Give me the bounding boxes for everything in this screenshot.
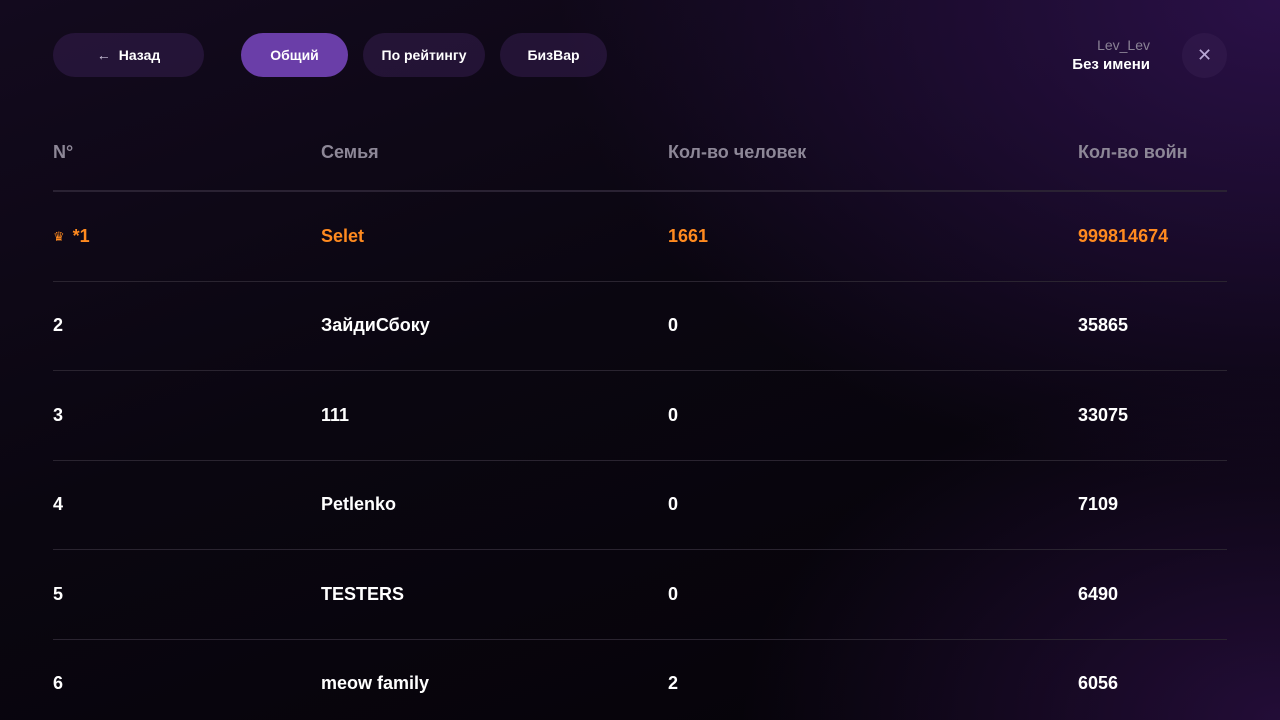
header-rank: N°: [53, 142, 74, 162]
rank-cell: 5: [53, 583, 64, 604]
family-cell: TESTERS: [321, 583, 405, 604]
table-row[interactable]: 6 meow family 2 6056: [53, 640, 1227, 720]
family-cell: ЗайдиСбоку: [321, 315, 430, 336]
tab-bar: Общий По рейтингу БизВар: [241, 33, 607, 77]
user-info: Lev_Lev Без имени: [1072, 37, 1150, 73]
members-cell: 0: [668, 404, 679, 425]
tab-bizwar-label: БизВар: [527, 47, 580, 63]
table-row[interactable]: 3 111 0 33075: [53, 371, 1227, 461]
wars-cell: 999814674: [1078, 225, 1169, 246]
rank-cell: ♛ *1: [53, 226, 321, 247]
rank-cell: 4: [53, 494, 64, 515]
family-cell: Selet: [321, 225, 365, 246]
rank-cell: 3: [53, 404, 64, 425]
wars-cell: 6056: [1078, 673, 1119, 694]
close-button[interactable]: ✕: [1182, 32, 1227, 78]
table-row[interactable]: ♛ *1 Selet 1661 999814674: [53, 192, 1227, 282]
header-members: Кол-во человек: [668, 142, 807, 162]
table-row[interactable]: 2 ЗайдиСбоку 0 35865: [53, 282, 1227, 371]
close-icon: ✕: [1196, 44, 1213, 65]
table-header: N° Семья Кол-во человек Кол-во войн: [53, 115, 1227, 192]
rank-cell: 6: [53, 673, 64, 694]
table-row[interactable]: 5 TESTERS 0 6490: [53, 550, 1227, 640]
rank-cell: 2: [53, 315, 64, 336]
wars-cell: 7109: [1078, 494, 1119, 515]
members-cell: 0: [668, 315, 679, 336]
family-cell: meow family: [321, 673, 430, 694]
family-cell: 111: [321, 404, 350, 425]
tab-by-rating[interactable]: По рейтингу: [363, 33, 485, 77]
family-cell: Petlenko: [321, 494, 397, 515]
back-button[interactable]: ← Назад: [53, 33, 204, 77]
top-bar: ← Назад Общий По рейтингу БизВар Lev_Lev…: [53, 32, 1227, 78]
rank-value: *1: [72, 225, 90, 246]
members-cell: 1661: [668, 225, 709, 246]
tab-by-rating-label: По рейтингу: [381, 47, 467, 63]
members-cell: 0: [668, 494, 679, 515]
tab-general[interactable]: Общий: [241, 33, 348, 77]
back-button-label: Назад: [118, 47, 161, 63]
wars-cell: 33075: [1078, 404, 1129, 425]
header-family: Семья: [321, 142, 379, 162]
leaderboard-table: N° Семья Кол-во человек Кол-во войн ♛ *1 …: [53, 115, 1227, 720]
header-wars: Кол-во войн: [1078, 142, 1188, 162]
wars-cell: 6490: [1078, 583, 1119, 604]
members-cell: 2: [668, 673, 679, 694]
wars-cell: 35865: [1078, 315, 1129, 336]
table-row[interactable]: 4 Petlenko 0 7109: [53, 461, 1227, 550]
tab-bizwar[interactable]: БизВар: [500, 33, 607, 77]
crown-icon: ♛: [53, 229, 65, 244]
arrow-left-icon: ←: [96, 47, 111, 63]
user-nickname: Lev_Lev: [1097, 37, 1150, 53]
members-cell: 0: [668, 583, 679, 604]
tab-general-label: Общий: [270, 47, 319, 63]
user-name: Без имени: [1072, 56, 1150, 73]
